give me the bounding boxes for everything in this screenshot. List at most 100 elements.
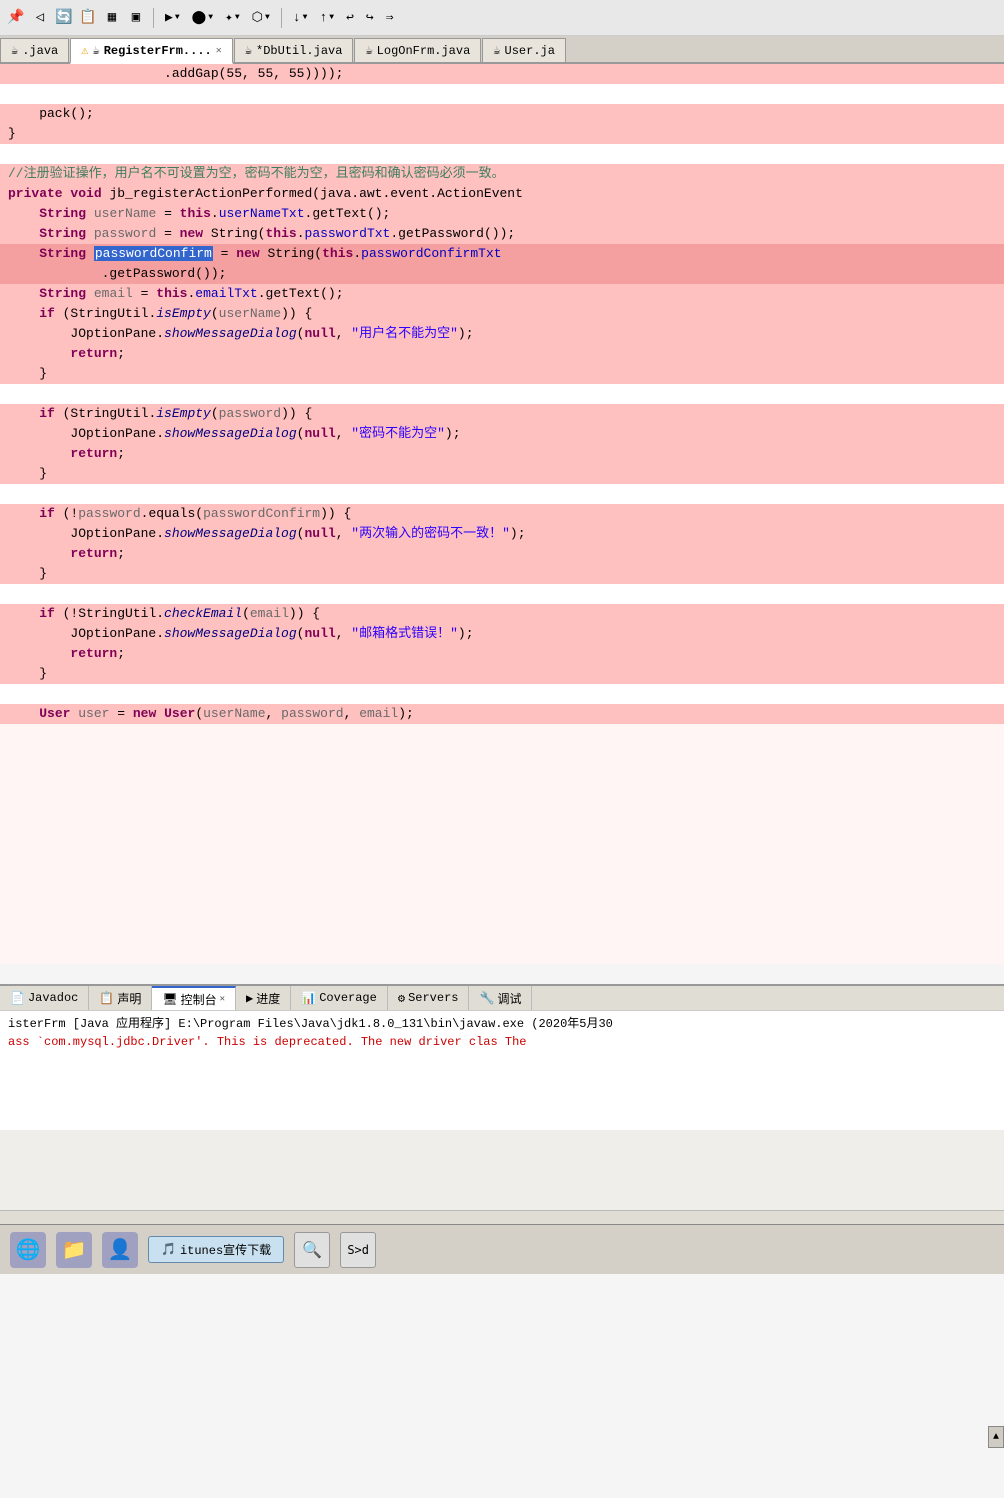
scroll-up-button[interactable]: ▲ — [988, 1426, 1004, 1448]
run-button[interactable]: ▶ ▼ — [161, 8, 184, 27]
tab-java1[interactable]: ☕ .java — [0, 38, 69, 62]
run-icon: ▶ — [165, 10, 173, 25]
code-text-1: .addGap(55, 55, 55)))); — [8, 64, 343, 84]
step-out-icon: ↑ — [319, 10, 327, 25]
code-text-method: private void jb_registerActionPerformed(… — [8, 184, 523, 204]
step-into-button[interactable]: ↓ ▼ — [289, 8, 312, 27]
profile-dropdown-arrow: ▼ — [265, 13, 270, 22]
code-text-msg-password: JOptionPane.showMessageDialog(null, "密码不… — [8, 424, 461, 444]
coverage-label: Coverage — [319, 991, 377, 1005]
code-text-ifusername: if (StringUtil.isEmpty(userName)) { — [8, 304, 312, 324]
dbutil-icon: ☕ — [245, 43, 252, 58]
os-terminal-button[interactable]: S>d — [340, 1232, 376, 1268]
code-line-return2: return; — [0, 444, 1004, 464]
tab-logonfrm[interactable]: ☕ LogOnFrm.java — [354, 38, 481, 62]
code-text-brace2: } — [8, 364, 47, 384]
taskbar-itunes[interactable]: 🎵 itunes宣传下载 — [148, 1236, 284, 1263]
tab-user-label: User.ja — [505, 44, 555, 58]
run-dropdown-arrow: ▼ — [175, 13, 180, 22]
code-line-empty2 — [0, 144, 1004, 164]
step-out-button[interactable]: ↑ ▼ — [315, 8, 338, 27]
separator2 — [281, 8, 282, 28]
tab-dbutil[interactable]: ☕ *DbUtil.java — [234, 38, 354, 62]
code-line-ifequals: if (!password.equals(passwordConfirm)) { — [0, 504, 1004, 524]
tab-servers[interactable]: ⚙ Servers — [388, 986, 470, 1010]
code-text-ifemail: if (!StringUtil.checkEmail(email)) { — [8, 604, 320, 624]
toolbar: 📌 ◁ 🔄 📋 ▦ ▣ ▶ ▼ ⬤ ▼ ✦ ▼ ⬡ ▼ ↓ ▼ ↑ ▼ ↩ ↪ … — [0, 0, 1004, 36]
tab-javadoc[interactable]: 📄 Javadoc — [0, 986, 89, 1010]
back-icon[interactable]: ◁ — [30, 8, 50, 28]
separator1 — [153, 8, 154, 28]
code-line-msg-mismatch: JOptionPane.showMessageDialog(null, "两次输… — [0, 524, 1004, 544]
debug-dropdown-arrow: ▼ — [208, 13, 213, 22]
code-line-brace5: } — [0, 664, 1004, 684]
declaration-icon: 📋 — [99, 991, 114, 1006]
tab-user[interactable]: ☕ User.ja — [482, 38, 566, 62]
code-line-pack: pack(); — [0, 104, 1004, 124]
code-line-msg-password: JOptionPane.showMessageDialog(null, "密码不… — [0, 424, 1004, 444]
sync-icon[interactable]: 🔄 — [54, 8, 74, 28]
new-icon[interactable]: 📋 — [78, 8, 98, 28]
last-edit-button[interactable]: ⇒ — [382, 8, 398, 27]
bottom-tab-bar: 📄 Javadoc 📋 声明 🖥 控制台 ✕ ▶ 进度 📊 Coverage ⚙… — [0, 984, 1004, 1010]
debug-run-button[interactable]: ⬤ ▼ — [188, 8, 217, 27]
code-text-password: String password = new String(this.passwo… — [8, 224, 515, 244]
code-text-empty3 — [8, 384, 16, 404]
debug-label: 调试 — [497, 990, 521, 1007]
progress-icon: ▶ — [246, 991, 253, 1006]
tab-coverage[interactable]: 📊 Coverage — [291, 986, 388, 1010]
console-close-icon[interactable]: ✕ — [220, 994, 225, 1004]
tab-declaration[interactable]: 📋 声明 — [89, 986, 152, 1010]
scrollbar-horizontal[interactable] — [0, 1210, 1004, 1224]
back-nav-button[interactable]: ↩ — [342, 8, 358, 27]
tab-console[interactable]: 🖥 控制台 ✕ — [152, 986, 236, 1010]
bottom-section: 📄 Javadoc 📋 声明 🖥 控制台 ✕ ▶ 进度 📊 Coverage ⚙… — [0, 984, 1004, 1224]
tab-debug[interactable]: 🔧 调试 — [469, 986, 532, 1010]
code-text-empty1 — [8, 84, 16, 104]
pin-icon[interactable]: 📌 — [6, 8, 26, 28]
tab-progress[interactable]: ▶ 进度 — [236, 986, 291, 1010]
taskbar-itunes-label: itunes宣传下载 — [180, 1241, 271, 1258]
os-taskbar: 🌐 📁 👤 🎵 itunes宣传下载 🔍 S>d — [0, 1224, 1004, 1274]
java1-icon: ☕ — [11, 43, 18, 58]
code-line-brace2: } — [0, 364, 1004, 384]
logonfrm-icon: ☕ — [365, 43, 372, 58]
code-line-return4: return; — [0, 644, 1004, 664]
code-text-brace4: } — [8, 564, 47, 584]
code-line-brace1: } — [0, 124, 1004, 144]
coverage-button[interactable]: ✦ ▼ — [221, 8, 244, 27]
coverage-dropdown-arrow: ▼ — [235, 13, 240, 22]
code-text-empty4 — [8, 484, 16, 504]
code-line-empty1 — [0, 84, 1004, 104]
debug-run-icon: ⬤ — [192, 10, 207, 25]
code-text-msg-mismatch: JOptionPane.showMessageDialog(null, "两次输… — [8, 524, 526, 544]
grid-icon[interactable]: ▦ — [102, 8, 122, 28]
tab-logonfrm-label: LogOnFrm.java — [377, 44, 471, 58]
code-text-user: User user = new User(userName, password,… — [8, 704, 414, 724]
profile-button[interactable]: ⬡ ▼ — [248, 8, 274, 27]
code-line-msg-username: JOptionPane.showMessageDialog(null, "用户名… — [0, 324, 1004, 344]
back-nav-icon: ↩ — [346, 10, 354, 25]
code-line-method: private void jb_registerActionPerformed(… — [0, 184, 1004, 204]
profile-icon: ⬡ — [252, 10, 263, 25]
os-icon-user2[interactable]: 👤 — [102, 1232, 138, 1268]
tab-registerfrm[interactable]: ⚠ ☕ RegisterFrm.... ✕ — [70, 38, 233, 64]
debug-icon: 🔧 — [479, 991, 494, 1006]
os-icon-network[interactable]: 🌐 — [10, 1232, 46, 1268]
code-line-empty3 — [0, 384, 1004, 404]
os-search-button[interactable]: 🔍 — [294, 1232, 330, 1268]
os-icon-files[interactable]: 📁 — [56, 1232, 92, 1268]
servers-label: Servers — [408, 991, 458, 1005]
code-text-return4: return; — [8, 644, 125, 664]
forward-nav-button[interactable]: ↪ — [362, 8, 378, 27]
console-icon: 🖥 — [162, 992, 177, 1007]
coverage-icon: ✦ — [225, 10, 233, 25]
code-line-brace4: } — [0, 564, 1004, 584]
step-into-icon: ↓ — [293, 10, 301, 25]
code-editor[interactable]: .addGap(55, 55, 55)))); pack(); } //注册验证… — [0, 64, 1004, 964]
code-line-username: String userName = this.userNameTxt.getTe… — [0, 204, 1004, 224]
registerfrm-close-icon[interactable]: ✕ — [216, 45, 222, 57]
taskbar-itunes-icon: 🎵 — [161, 1242, 176, 1257]
code-text-ifpassword: if (StringUtil.isEmpty(password)) { — [8, 404, 312, 424]
block-icon[interactable]: ▣ — [126, 8, 146, 28]
